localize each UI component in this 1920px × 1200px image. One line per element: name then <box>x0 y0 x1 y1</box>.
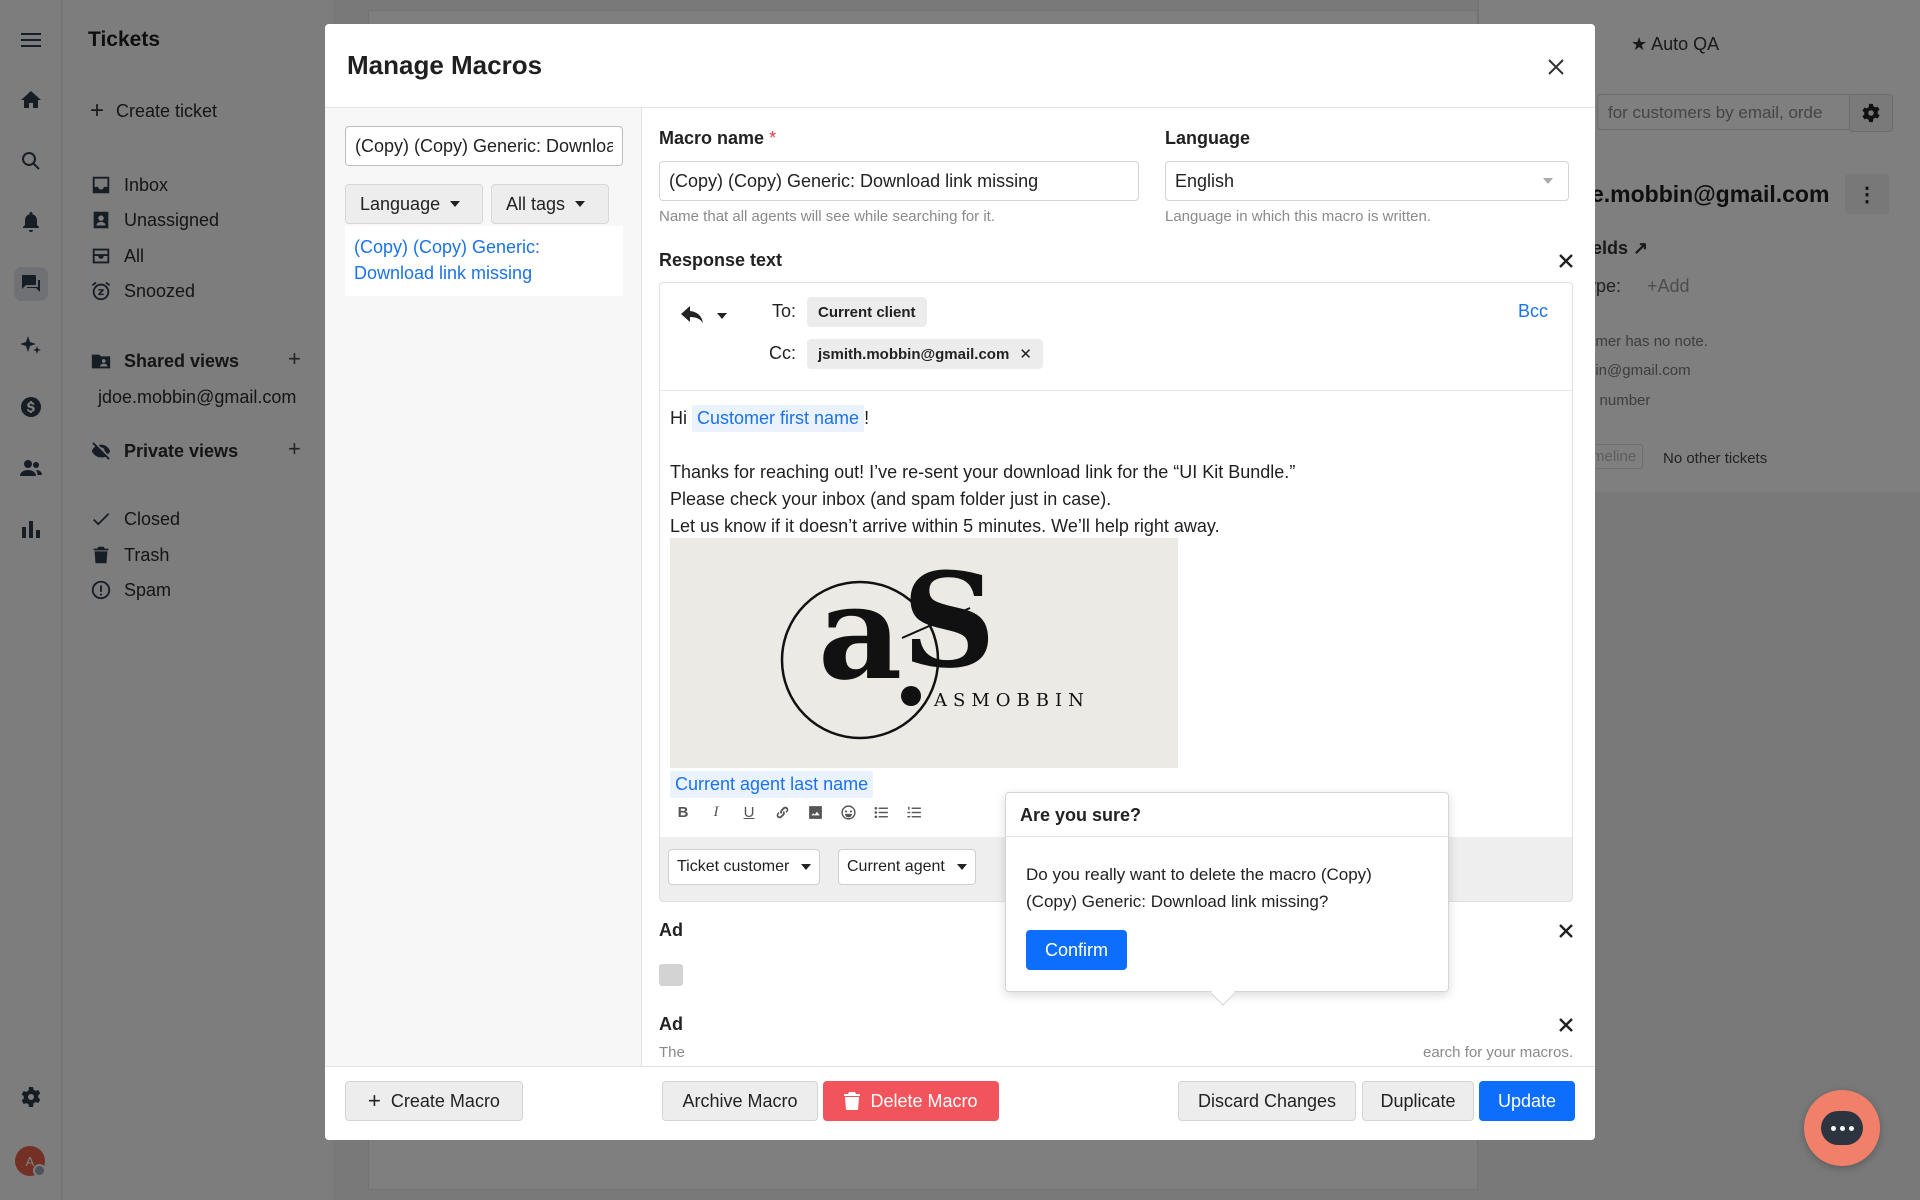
caret-down-icon <box>1543 178 1553 184</box>
ticket-customer-dropdown[interactable]: Ticket customer <box>668 849 821 885</box>
caret-down-icon <box>450 201 461 207</box>
emoji-icon[interactable] <box>837 801 859 823</box>
image-icon[interactable] <box>804 801 826 823</box>
trash-icon <box>844 1092 861 1110</box>
tags-filter-dropdown[interactable]: All tags <box>491 184 609 224</box>
delete-macro-button[interactable]: Delete Macro <box>823 1081 999 1121</box>
bcc-link[interactable]: Bcc <box>1518 301 1548 322</box>
underline-icon[interactable]: U <box>738 801 760 823</box>
asmobbin-logo-icon: a S <box>780 544 996 740</box>
remove-response-button[interactable] <box>1555 250 1577 272</box>
confirm-delete-button[interactable]: Confirm <box>1026 930 1127 970</box>
bold-icon[interactable]: B <box>672 801 694 823</box>
logo-wordmark: ASMOBBIN <box>934 690 1090 711</box>
language-hint: Language in which this macro is written. <box>1165 208 1431 225</box>
italic-icon[interactable]: I <box>705 801 727 823</box>
caret-down-icon <box>801 864 812 870</box>
caret-down-icon <box>575 201 586 207</box>
language-label: Language <box>1165 128 1251 148</box>
language-select[interactable]: English <box>1165 161 1569 201</box>
actions-hint-start: The <box>659 1044 685 1061</box>
macro-name-label: Macro name * <box>659 128 777 148</box>
chat-launcher-button[interactable] <box>1804 1090 1880 1166</box>
modal-footer: + Create Macro Archive Macro Delete Macr… <box>325 1066 1595 1140</box>
tags-section-label: Ad <box>659 920 683 940</box>
macro-list-panel: Language All tags (Copy) (Copy) Generic:… <box>325 108 642 1066</box>
agent-variable-line: Current agent last name <box>670 771 874 798</box>
macro-search-input[interactable] <box>345 126 623 166</box>
plus-icon: + <box>368 1088 381 1113</box>
manage-macros-modal: Manage Macros Language All tags (Copy) (… <box>325 24 1595 1140</box>
caret-down-icon <box>956 864 967 870</box>
macro-list-item[interactable]: (Copy) (Copy) Generic: Download link mis… <box>345 226 623 296</box>
chat-bubble-icon <box>1821 1111 1863 1145</box>
numbered-list-icon[interactable] <box>903 801 925 823</box>
delete-confirm-popover: Are you sure? Do you really want to dele… <box>1005 792 1449 1006</box>
close-icon <box>1559 1018 1573 1032</box>
current-agent-last-name-variable[interactable]: Current agent last name <box>670 771 874 798</box>
formatting-toolbar: B I U <box>672 801 925 823</box>
archive-macro-button[interactable]: Archive Macro <box>662 1081 818 1121</box>
macro-name-hint: Name that all agents will see while sear… <box>659 208 995 225</box>
svg-text:S: S <box>902 544 996 697</box>
remove-actions-button[interactable] <box>1555 1014 1577 1036</box>
customer-first-name-variable[interactable]: Customer first name <box>692 405 865 432</box>
macro-editor-panel: Macro name * Name that all agents will s… <box>643 108 1595 1066</box>
to-label: To: <box>772 301 797 321</box>
caret-down-icon[interactable] <box>717 313 727 319</box>
link-icon[interactable] <box>771 801 793 823</box>
cc-label: Cc: <box>769 343 796 363</box>
remove-cc-icon[interactable]: ✕ <box>1019 345 1032 363</box>
cc-chip[interactable]: jsmith.mobbin@gmail.com ✕ <box>807 339 1043 369</box>
actions-hint: earch for your macros. <box>1423 1044 1574 1061</box>
current-agent-dropdown[interactable]: Current agent <box>838 849 976 885</box>
reply-icon[interactable] <box>680 303 704 330</box>
popover-title: Are you sure? <box>1006 793 1448 837</box>
to-chip[interactable]: Current client <box>807 297 927 327</box>
svg-text:a: a <box>818 556 902 709</box>
popover-message: Do you really want to delete the macro (… <box>1026 865 1372 911</box>
popover-arrow <box>1210 980 1236 1006</box>
actions-section-label: Ad <box>659 1014 683 1034</box>
modal-header: Manage Macros <box>325 24 1595 108</box>
close-icon <box>1559 924 1573 938</box>
close-icon <box>1548 59 1564 75</box>
modal-title: Manage Macros <box>347 50 543 80</box>
close-icon <box>1559 254 1573 268</box>
macro-name-input[interactable] <box>659 161 1139 201</box>
remove-tags-button[interactable] <box>1555 920 1577 942</box>
create-macro-button[interactable]: + Create Macro <box>345 1081 523 1121</box>
response-text-label: Response text <box>659 250 783 270</box>
tag-icon[interactable] <box>659 964 683 986</box>
brand-logo-image[interactable]: a S ASMOBBIN <box>670 538 1178 768</box>
bullet-list-icon[interactable] <box>870 801 892 823</box>
language-filter-dropdown[interactable]: Language <box>345 184 483 224</box>
duplicate-button[interactable]: Duplicate <box>1362 1081 1474 1121</box>
update-button[interactable]: Update <box>1479 1081 1575 1121</box>
close-modal-button[interactable] <box>1541 52 1571 82</box>
email-header: To: Current client Cc: jsmith.mobbin@gma… <box>660 283 1572 391</box>
response-body[interactable]: Hi Customer first name! Thanks for reach… <box>670 405 1560 540</box>
discard-changes-button[interactable]: Discard Changes <box>1178 1081 1356 1121</box>
